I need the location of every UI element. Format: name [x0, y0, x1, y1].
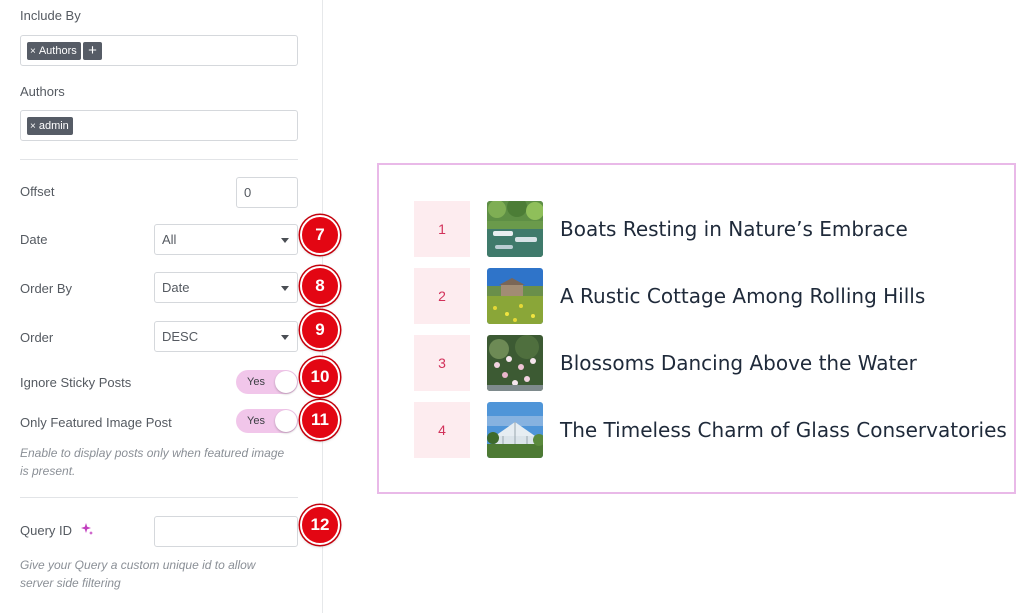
divider: [20, 497, 298, 498]
step-badge-12: 12: [300, 505, 340, 545]
date-select[interactable]: All: [154, 224, 298, 255]
ignore-sticky-toggle[interactable]: Yes: [236, 370, 298, 394]
boats-image-icon: [487, 201, 543, 257]
sparkle-icon[interactable]: [80, 522, 94, 536]
step-badge-11: 11: [300, 400, 340, 440]
blossom-image-icon: [487, 335, 543, 391]
post-number: 2: [414, 268, 470, 324]
step-badge-8: 8: [300, 266, 340, 306]
tag-label: Authors: [38, 45, 77, 57]
toggle-knob: [275, 371, 297, 393]
featured-only-hint: Enable to display posts only when featur…: [20, 446, 285, 478]
authors-label: Authors: [20, 84, 65, 99]
divider: [20, 159, 298, 160]
tag-remove-icon[interactable]: ×: [30, 46, 36, 57]
list-item[interactable]: 4 The Timeless Charm of Glass Conservato…: [414, 402, 1014, 458]
post-title[interactable]: Boats Resting in Nature’s Embrace: [560, 201, 908, 257]
chevron-down-icon: [281, 335, 289, 340]
chevron-down-icon: [281, 238, 289, 243]
cottage-image-icon: [487, 268, 543, 324]
step-badge-10: 10: [300, 357, 340, 397]
date-select-value: All: [162, 232, 177, 247]
offset-input[interactable]: 0: [236, 177, 298, 208]
toggle-state-label: Yes: [247, 376, 265, 388]
chevron-down-icon: [281, 286, 289, 291]
post-number: 1: [414, 201, 470, 257]
post-thumbnail[interactable]: [487, 268, 543, 324]
post-title[interactable]: The Timeless Charm of Glass Conservatori…: [560, 402, 1007, 458]
query-id-hint: Give your Query a custom unique id to al…: [20, 558, 256, 590]
query-id-label: Query ID: [20, 523, 73, 538]
include-by-label: Include By: [20, 8, 81, 23]
toggle-knob: [275, 410, 297, 432]
date-label: Date: [20, 232, 48, 247]
post-list-preview: 1 Boats Resting in Nature’s Embrace 2 A …: [377, 163, 1016, 494]
featured-only-label: Only Featured Image Post: [20, 415, 172, 430]
ignore-sticky-label: Ignore Sticky Posts: [20, 375, 132, 390]
tag-label: admin: [38, 120, 69, 132]
tag-authors[interactable]: × Authors: [27, 42, 81, 60]
list-item[interactable]: 1 Boats Resting in Nature’s Embrace: [414, 201, 1014, 257]
post-thumbnail[interactable]: [487, 402, 543, 458]
add-tag-button[interactable]: +: [83, 42, 102, 60]
list-item[interactable]: 2 A Rustic Cottage Among Rolling Hills: [414, 268, 1014, 324]
post-thumbnail[interactable]: [487, 335, 543, 391]
query-settings-panel: Include By × Authors + Authors × admin Off…: [0, 0, 340, 613]
order-select[interactable]: DESC: [154, 321, 298, 352]
include-by-field[interactable]: × Authors +: [20, 35, 298, 66]
step-badge-7: 7: [300, 215, 340, 255]
list-item[interactable]: 3 Blossoms Dancing Above the Water: [414, 335, 1014, 391]
toggle-state-label: Yes: [247, 415, 265, 427]
featured-only-toggle[interactable]: Yes: [236, 409, 298, 433]
order-label: Order: [20, 330, 54, 345]
order-by-select[interactable]: Date: [154, 272, 298, 303]
glasshouse-image-icon: [487, 402, 543, 458]
post-title[interactable]: Blossoms Dancing Above the Water: [560, 335, 917, 391]
order-by-select-value: Date: [162, 280, 190, 295]
post-title[interactable]: A Rustic Cottage Among Rolling Hills: [560, 268, 925, 324]
order-select-value: DESC: [162, 329, 199, 344]
authors-field[interactable]: × admin: [20, 110, 298, 141]
post-thumbnail[interactable]: [487, 201, 543, 257]
step-badge-9: 9: [300, 310, 340, 350]
order-by-label: Order By: [20, 281, 73, 296]
tag-remove-icon[interactable]: ×: [30, 121, 36, 132]
query-id-input[interactable]: [154, 516, 298, 547]
post-number: 4: [414, 402, 470, 458]
offset-label: Offset: [20, 184, 55, 199]
post-number: 3: [414, 335, 470, 391]
tag-admin[interactable]: × admin: [27, 117, 73, 135]
